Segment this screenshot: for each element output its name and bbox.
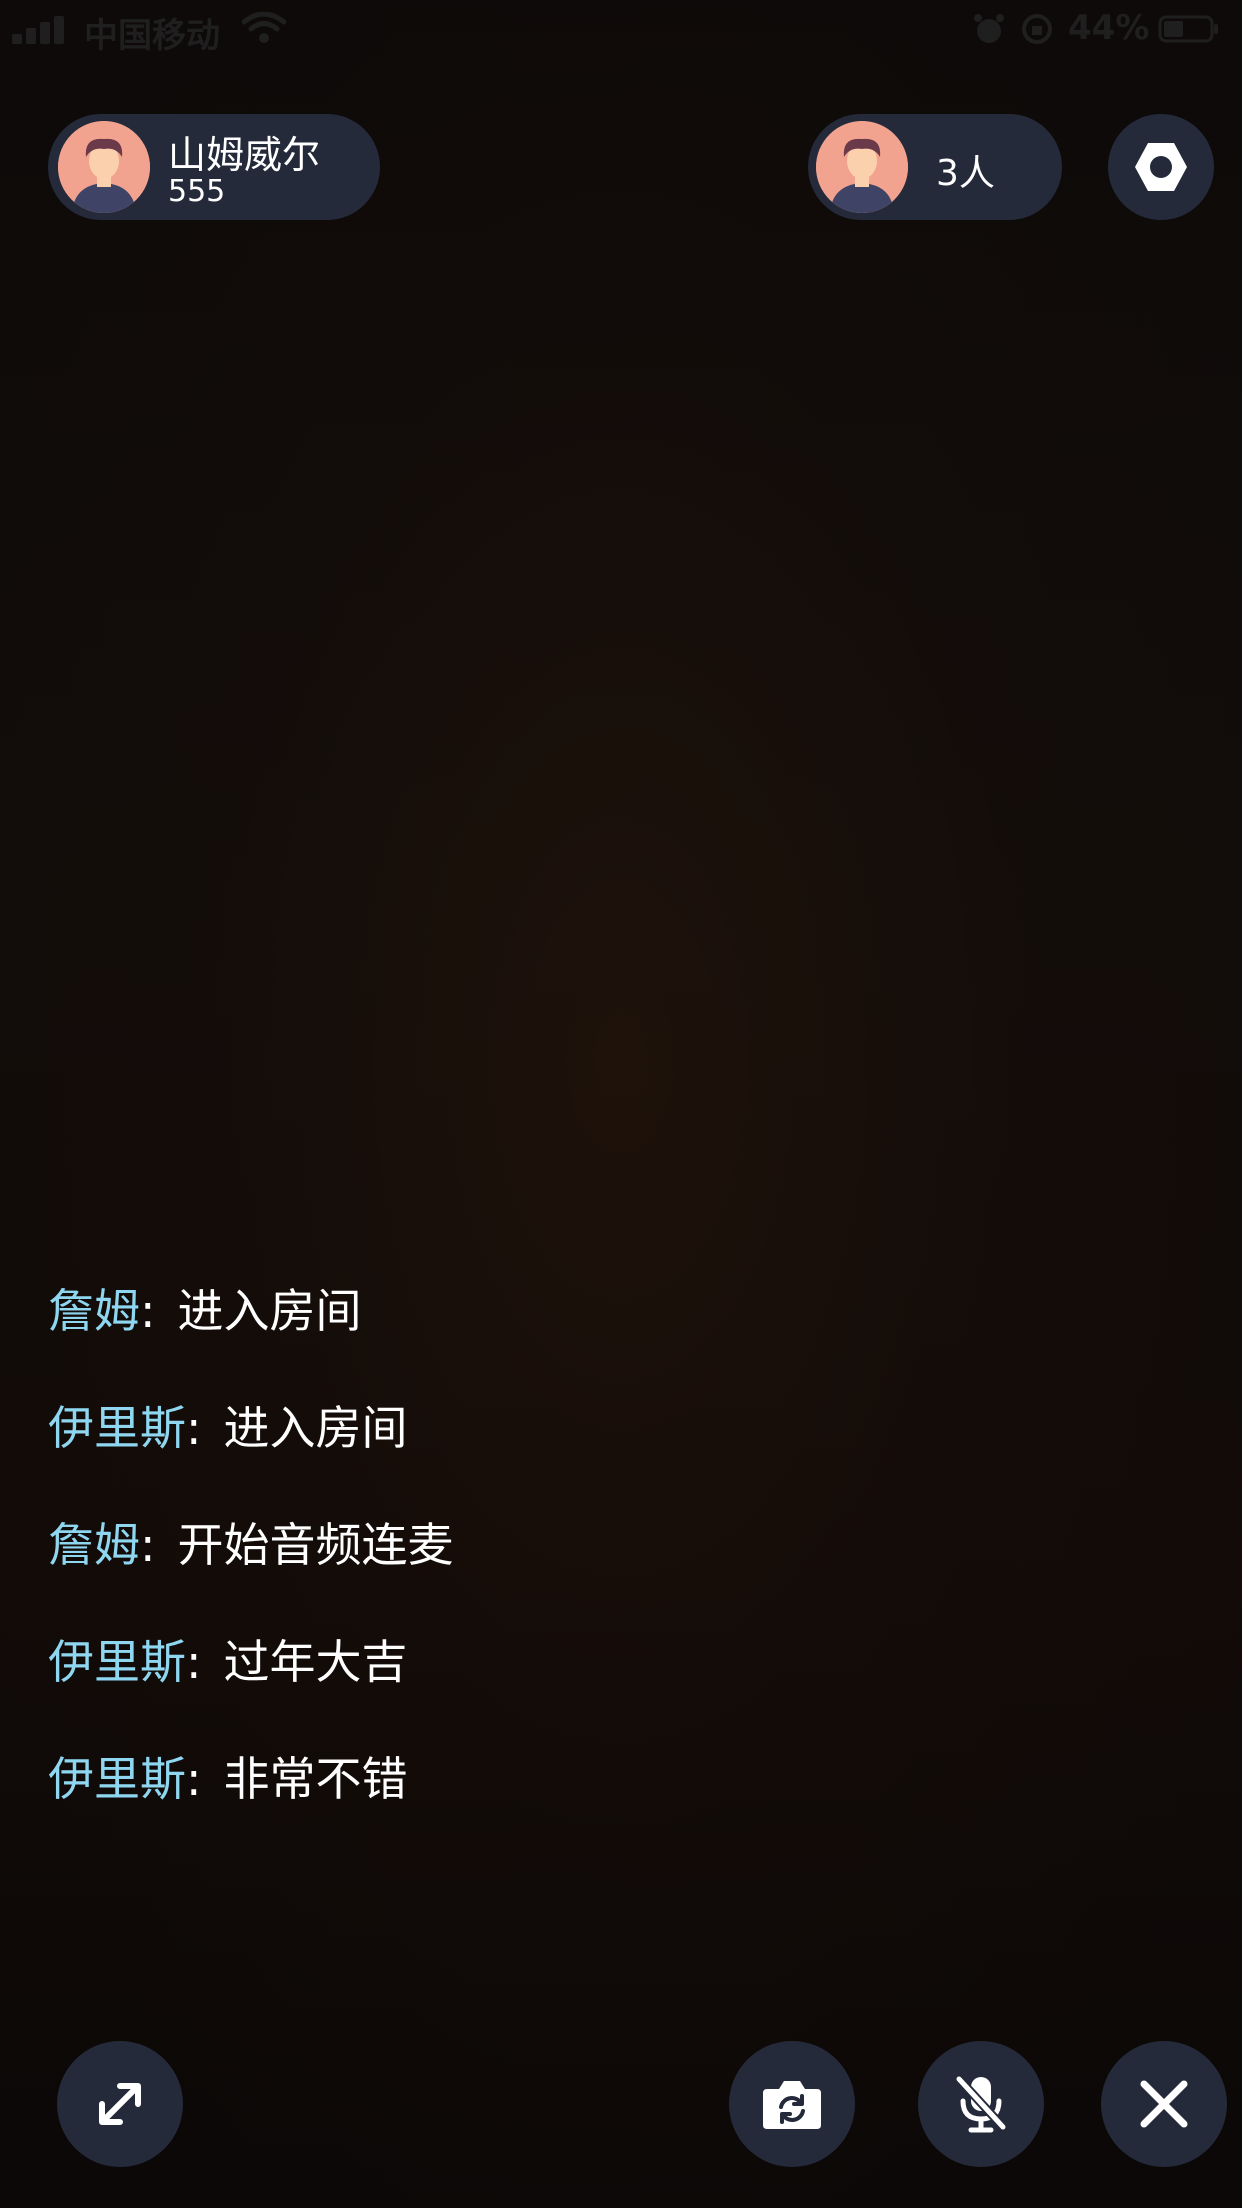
chat-message: 伊里斯: 过年大吉 — [48, 1629, 948, 1746]
host-id: 555 — [168, 174, 226, 209]
user-avatar-icon — [58, 121, 150, 213]
mic-muted-icon — [954, 2074, 1008, 2133]
chat-separator: : — [140, 1518, 156, 1572]
chat-separator: : — [186, 1752, 202, 1806]
chat-username: 詹姆 — [48, 1284, 140, 1338]
alarm-icon — [974, 14, 1004, 43]
chat-text: 进入房间 — [223, 1401, 408, 1455]
rotation-lock-icon — [1022, 14, 1052, 44]
battery-icon — [1158, 15, 1218, 43]
chat-list: 詹姆: 进入房间 伊里斯: 进入房间 詹姆: 开始音频连麦 伊里斯: 过年大吉 伊里斯:… — [48, 1278, 948, 1863]
expand-icon — [99, 2083, 141, 2125]
chat-message: 伊里斯: 进入房间 — [48, 1395, 948, 1512]
switch-camera-button[interactable] — [729, 2041, 855, 2167]
battery-percent: 44% — [1068, 8, 1150, 48]
chat-text: 过年大吉 — [223, 1635, 408, 1689]
chat-username: 伊里斯 — [48, 1401, 186, 1455]
carrier-name: 中国移动 — [84, 16, 220, 56]
close-icon — [1140, 2080, 1188, 2128]
chat-message: 伊里斯: 非常不错 — [48, 1746, 948, 1863]
wifi-icon — [242, 12, 286, 43]
signal-icon — [12, 14, 74, 44]
chat-username: 伊里斯 — [48, 1752, 186, 1806]
chat-text: 进入房间 — [177, 1284, 362, 1338]
chat-text: 非常不错 — [223, 1752, 408, 1806]
audience-pill[interactable]: 3人 — [808, 114, 1062, 220]
chat-separator: : — [186, 1401, 202, 1455]
chat-text: 开始音频连麦 — [177, 1518, 454, 1572]
hexagon-settings-icon — [1135, 143, 1187, 191]
expand-button[interactable] — [57, 2041, 183, 2167]
settings-button[interactable] — [1108, 114, 1214, 220]
chat-username: 詹姆 — [48, 1518, 140, 1572]
status-bar: 中国移动 44% — [0, 0, 1242, 56]
switch-camera-icon — [763, 2081, 821, 2129]
close-button[interactable] — [1101, 2041, 1227, 2167]
chat-separator: : — [186, 1635, 202, 1689]
user-avatar-icon — [816, 121, 908, 213]
host-info-pill[interactable]: 山姆威尔 555 — [48, 114, 380, 220]
chat-message: 詹姆: 进入房间 — [48, 1278, 948, 1395]
chat-username: 伊里斯 — [48, 1635, 186, 1689]
live-room-screen: 中国移动 44% 山姆威尔 555 3人 詹姆: 进入房间 伊里斯: 进入房间 … — [0, 0, 1242, 2208]
audience-count: 3人 — [936, 153, 995, 194]
host-name: 山姆威尔 — [168, 133, 321, 177]
mute-mic-button[interactable] — [918, 2041, 1044, 2167]
chat-message: 詹姆: 开始音频连麦 — [48, 1512, 948, 1629]
chat-separator: : — [140, 1284, 156, 1338]
